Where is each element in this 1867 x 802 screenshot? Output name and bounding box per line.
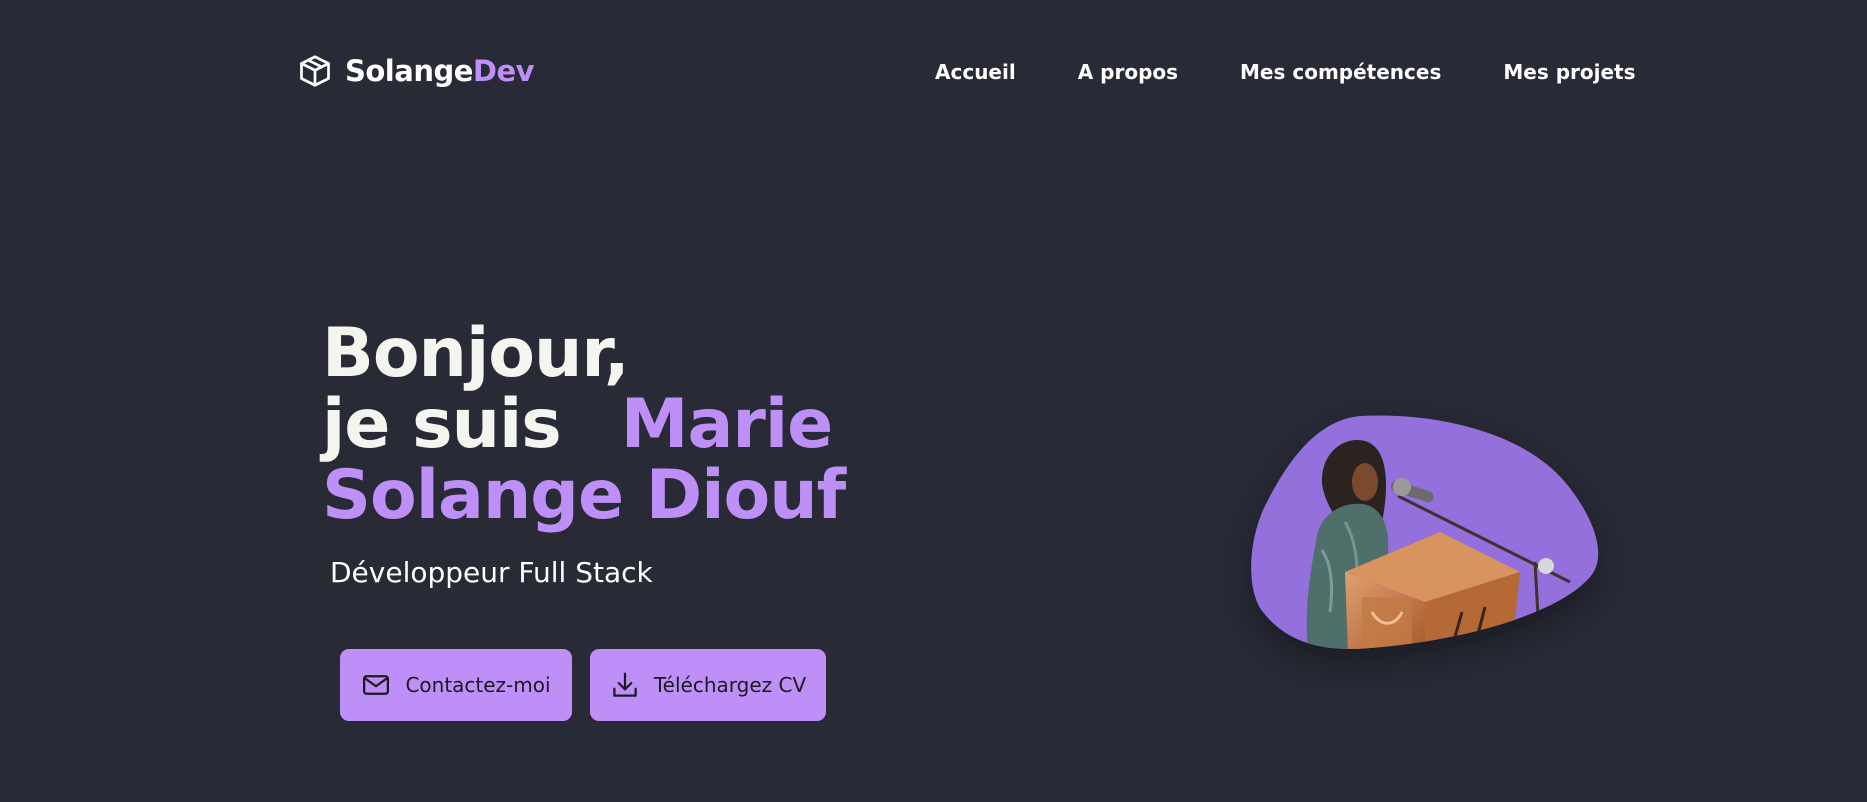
hero-role: Développeur Full Stack bbox=[330, 556, 653, 589]
profile-photo-illustration bbox=[1251, 415, 1599, 649]
hero-title: Bonjour, je suis Marie Solange Diouf bbox=[322, 314, 846, 535]
hero-name-rest: Solange Diouf bbox=[322, 456, 846, 535]
nav-item-a-propos: A propos bbox=[1078, 60, 1178, 84]
download-cv-label: Téléchargez CV bbox=[653, 673, 807, 697]
cube-icon bbox=[300, 55, 330, 87]
hero-intro: je suis bbox=[322, 385, 562, 464]
contact-button-label: Contactez-moi bbox=[405, 673, 551, 697]
nav-links: Accueil A propos Mes compétences Mes pro… bbox=[935, 60, 1636, 84]
navbar: SolangeDev Accueil A propos Mes compéten… bbox=[0, 0, 1867, 150]
hero-intro-line: je suis Marie bbox=[322, 389, 845, 460]
download-cv-button[interactable]: Téléchargez CV bbox=[590, 649, 826, 721]
nav-item-accueil: Accueil bbox=[935, 60, 1016, 84]
hero-greeting: Bonjour, bbox=[322, 314, 630, 393]
brand-name-primary: Solange bbox=[345, 54, 473, 88]
brand-logo[interactable]: SolangeDev bbox=[297, 53, 535, 89]
nav-item-competences: Mes compétences bbox=[1240, 60, 1441, 84]
hero-name-first: Marie bbox=[620, 385, 834, 464]
nav-link-a-propos[interactable]: A propos bbox=[1078, 60, 1178, 84]
profile-photo bbox=[1250, 412, 1605, 652]
nav-link-accueil[interactable]: Accueil bbox=[935, 60, 1016, 84]
download-icon bbox=[613, 672, 637, 697]
contact-button[interactable]: Contactez-moi bbox=[340, 649, 572, 721]
nav-link-projets[interactable]: Mes projets bbox=[1503, 60, 1635, 84]
nav-item-projets: Mes projets bbox=[1503, 60, 1635, 84]
brand-name: SolangeDev bbox=[345, 54, 535, 88]
brand-name-accent: Dev bbox=[472, 54, 535, 88]
mail-icon bbox=[363, 675, 390, 695]
nav-link-competences[interactable]: Mes compétences bbox=[1240, 60, 1441, 84]
